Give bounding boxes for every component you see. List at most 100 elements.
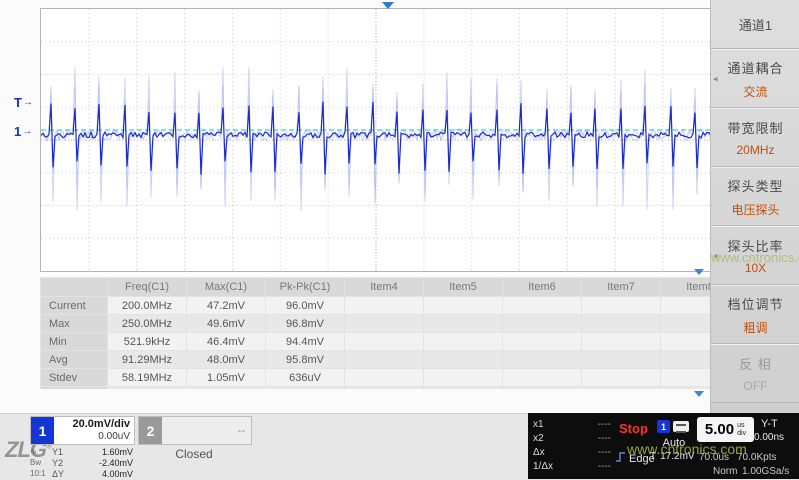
measurement-cell: 636uV: [266, 369, 345, 387]
sidebar-item-5[interactable]: 档位调节粗调: [711, 285, 799, 344]
menu-item-label: 档位调节: [727, 294, 783, 313]
measurement-column-header: Item7: [582, 278, 661, 297]
trigger-source-badges: 1: [657, 420, 689, 433]
measurement-row-label: Min: [41, 333, 108, 351]
measurement-column-header: Pk-Pk(C1): [266, 278, 345, 297]
measurement-cell: [661, 315, 711, 333]
measurement-cell: [661, 333, 711, 351]
measurement-cell: 14: [187, 387, 266, 390]
trigger-position-icon[interactable]: [382, 2, 394, 9]
menu-item-label: 探头类型: [727, 176, 783, 195]
rising-edge-icon: [615, 450, 626, 468]
menu-item-value: 20MHz: [736, 143, 774, 157]
channel2-status-box[interactable]: 2 --: [138, 416, 252, 445]
sidebar-item-2[interactable]: 带宽限制 20MHz: [711, 108, 799, 167]
channel1-level-marker[interactable]: 1→: [14, 124, 32, 139]
measurement-cell: [345, 351, 424, 369]
channel1-badge: 1: [31, 417, 54, 444]
menu-item-value: 电压探头: [731, 201, 779, 218]
sidebar-title: 通道1: [711, 0, 799, 49]
cursor-y-row: 10:1ΔY4.00mV: [30, 468, 133, 479]
channel2-dash: --: [162, 417, 251, 444]
cursor-label: x2: [533, 433, 563, 444]
measurement-cell: [582, 315, 661, 333]
timebase-value: 5.00: [705, 421, 734, 438]
measurement-cell: 94.4mV: [266, 333, 345, 351]
timebase-box[interactable]: 5.00 us div: [697, 417, 754, 442]
waveform-display[interactable]: [40, 8, 712, 272]
channel-tag-icon: Bw: [30, 458, 52, 467]
cursor-label: 1/Δx: [533, 461, 563, 472]
measurement-row: Avg91.29MHz48.0mV95.8mV: [41, 351, 711, 369]
scroll-indicator-top-icon[interactable]: [694, 269, 704, 275]
measurement-cell: [503, 351, 582, 369]
cursor-y-row: ∿Y11.60mV: [30, 446, 133, 457]
measurement-row-label: Current: [41, 297, 108, 315]
measurement-cell: 250.0MHz: [108, 315, 187, 333]
measurement-cell: 91.29MHz: [108, 351, 187, 369]
measurement-cell: 47.2mV: [187, 297, 266, 315]
cursor-y-readouts: ∿Y11.60mVBwY2-2.40mV10:1ΔY4.00mV: [30, 446, 133, 479]
measurement-cell: [345, 297, 424, 315]
measurement-row-label: Count: [41, 387, 108, 390]
cursor-x-row: x1----: [533, 417, 611, 431]
sidebar-title-label: 通道1: [739, 15, 772, 34]
measurement-row: Stdev58.19MHz1.05mV636uV: [41, 369, 711, 387]
timebase-unit: us div: [737, 422, 746, 437]
measurement-column-header: Item8: [661, 278, 711, 297]
trigger-level-readout: T 17.2mV: [650, 451, 695, 462]
measurement-cell: [661, 297, 711, 315]
measurement-row: Min521.9kHz46.4mV94.4mV: [41, 333, 711, 351]
trigger-display-icon: [673, 421, 689, 432]
sample-rate: 1.00GSa/s: [742, 466, 789, 477]
cursor-label: Y2: [52, 458, 72, 468]
cursor-x-readouts: x1----x2----Δx----1/Δx----: [533, 417, 611, 473]
measurement-cell: [424, 369, 503, 387]
sidebar-item-4[interactable]: ◂探头比率10X: [711, 226, 799, 285]
cursor-label: Y1: [52, 447, 72, 457]
cursor-x-row: 1/Δx----: [533, 459, 611, 473]
waveform-svg: [41, 9, 711, 271]
channel-tag-icon: ∿: [30, 447, 52, 456]
measurement-cell: [582, 387, 661, 390]
cursor-value: ----: [563, 433, 611, 444]
measurement-cell: [661, 351, 711, 369]
measurement-row: Max250.0MHz49.6mV96.8mV: [41, 315, 711, 333]
menu-item-label: 带宽限制: [727, 118, 783, 137]
cursor-value: ----: [563, 419, 611, 430]
measurement-column-header: Max(C1): [187, 278, 266, 297]
measurement-cell: [503, 387, 582, 390]
sidebar-item-1[interactable]: ◂通道耦合交流: [711, 49, 799, 108]
channel2-status: Closed: [138, 447, 250, 461]
measurement-cell: [582, 369, 661, 387]
measurement-cell: 96.8mV: [266, 315, 345, 333]
trigger-level-marker[interactable]: T→: [14, 95, 33, 110]
measurement-cell: [424, 297, 503, 315]
channel1-status-box[interactable]: 1 20.0mV/div 0.00uV: [30, 416, 135, 445]
measurement-table-wrap: Freq(C1)Max(C1)Pk-Pk(C1)Item4Item5Item6I…: [40, 277, 710, 389]
trigger-mode: Auto: [657, 437, 691, 449]
menu-item-value: 粗调: [743, 319, 767, 336]
cursor-label: x1: [533, 419, 563, 430]
measurement-row: Count4.011k1414: [41, 387, 711, 390]
measurement-cell: [345, 369, 424, 387]
sidebar-item-3[interactable]: 探头类型电压探头: [711, 167, 799, 226]
cursor-value: ----: [563, 447, 611, 458]
measurement-cell: 521.9kHz: [108, 333, 187, 351]
cursor-y-row: BwY2-2.40mV: [30, 457, 133, 468]
run-state-indicator[interactable]: Stop: [619, 421, 648, 436]
measurement-column-header: Item5: [424, 278, 503, 297]
channel2-badge: 2: [139, 417, 162, 444]
measurement-cell: [345, 315, 424, 333]
cursor-label: ΔY: [52, 469, 72, 479]
measurement-cell: [424, 351, 503, 369]
measurement-row-label: Max: [41, 315, 108, 333]
sidebar-item-6[interactable]: 反 相OFF: [711, 344, 799, 403]
menu-item-value: 交流: [743, 83, 767, 100]
scroll-indicator-bottom-icon[interactable]: [694, 391, 704, 397]
measurement-cell: [345, 387, 424, 390]
measurement-cell: [582, 351, 661, 369]
oscilloscope-screen: T→ 1→ Freq(C1)Max(C1)Pk-Pk(C1)Item4Item5…: [0, 0, 799, 479]
channel1-scale: 20.0mV/div: [73, 418, 130, 431]
cursor-value: ----: [563, 461, 611, 472]
